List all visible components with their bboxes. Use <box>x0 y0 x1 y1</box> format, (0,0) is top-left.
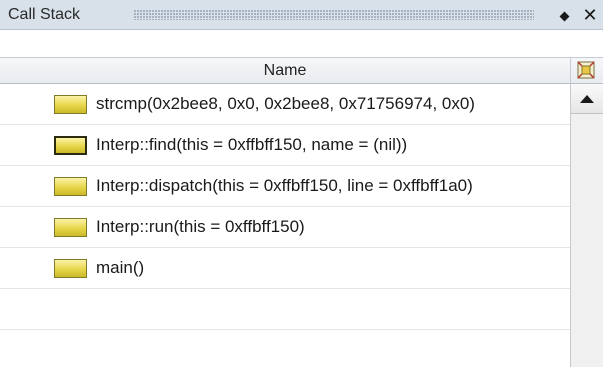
column-toggle-icon <box>577 61 595 79</box>
stack-frame-label: Interp::dispatch(this = 0xffbff150, line… <box>96 176 473 195</box>
current-frame-icon <box>54 136 87 155</box>
stack-frame-row-current[interactable]: Interp::find(this = 0xffbff150, name = (… <box>0 125 570 166</box>
column-header-name[interactable]: Name <box>0 57 570 84</box>
stack-frame-icon <box>54 95 87 114</box>
stack-frame-row[interactable]: main() <box>0 248 570 289</box>
stack-frame-icon <box>54 218 87 237</box>
stack-frame-label: Interp::run(this = 0xffbff150) <box>96 217 305 236</box>
stack-frame-icon <box>54 177 87 196</box>
scroll-up-button[interactable] <box>571 84 603 114</box>
call-stack-panel: Call Stack ✕ Name strcmp(0x2bee8, 0x0, 0… <box>0 0 603 367</box>
stack-frame-label: strcmp(0x2bee8, 0x0, 0x2bee8, 0x71756974… <box>96 94 475 113</box>
stack-frame-icon <box>54 259 87 278</box>
pin-icon[interactable] <box>559 11 570 22</box>
vertical-scrollbar[interactable] <box>570 84 603 367</box>
column-toggle-button[interactable] <box>570 57 603 84</box>
stack-frame-row[interactable]: Interp::dispatch(this = 0xffbff150, line… <box>0 166 570 207</box>
close-icon: ✕ <box>582 5 598 25</box>
call-stack-list: strcmp(0x2bee8, 0x0, 0x2bee8, 0x71756974… <box>0 84 570 367</box>
empty-row <box>0 289 570 330</box>
panel-title-bar[interactable]: Call Stack ✕ <box>0 0 603 30</box>
scroll-up-arrow-icon <box>580 95 594 103</box>
close-button[interactable]: ✕ <box>580 0 600 30</box>
stack-frame-row[interactable]: Interp::run(this = 0xffbff150) <box>0 207 570 248</box>
stack-frame-label: Interp::find(this = 0xffbff150, name = (… <box>96 135 408 154</box>
panel-title: Call Stack <box>8 6 81 23</box>
stack-frame-row[interactable]: strcmp(0x2bee8, 0x0, 0x2bee8, 0x71756974… <box>0 84 570 125</box>
stack-frame-label: main() <box>96 258 145 277</box>
drag-grip[interactable] <box>134 10 534 20</box>
